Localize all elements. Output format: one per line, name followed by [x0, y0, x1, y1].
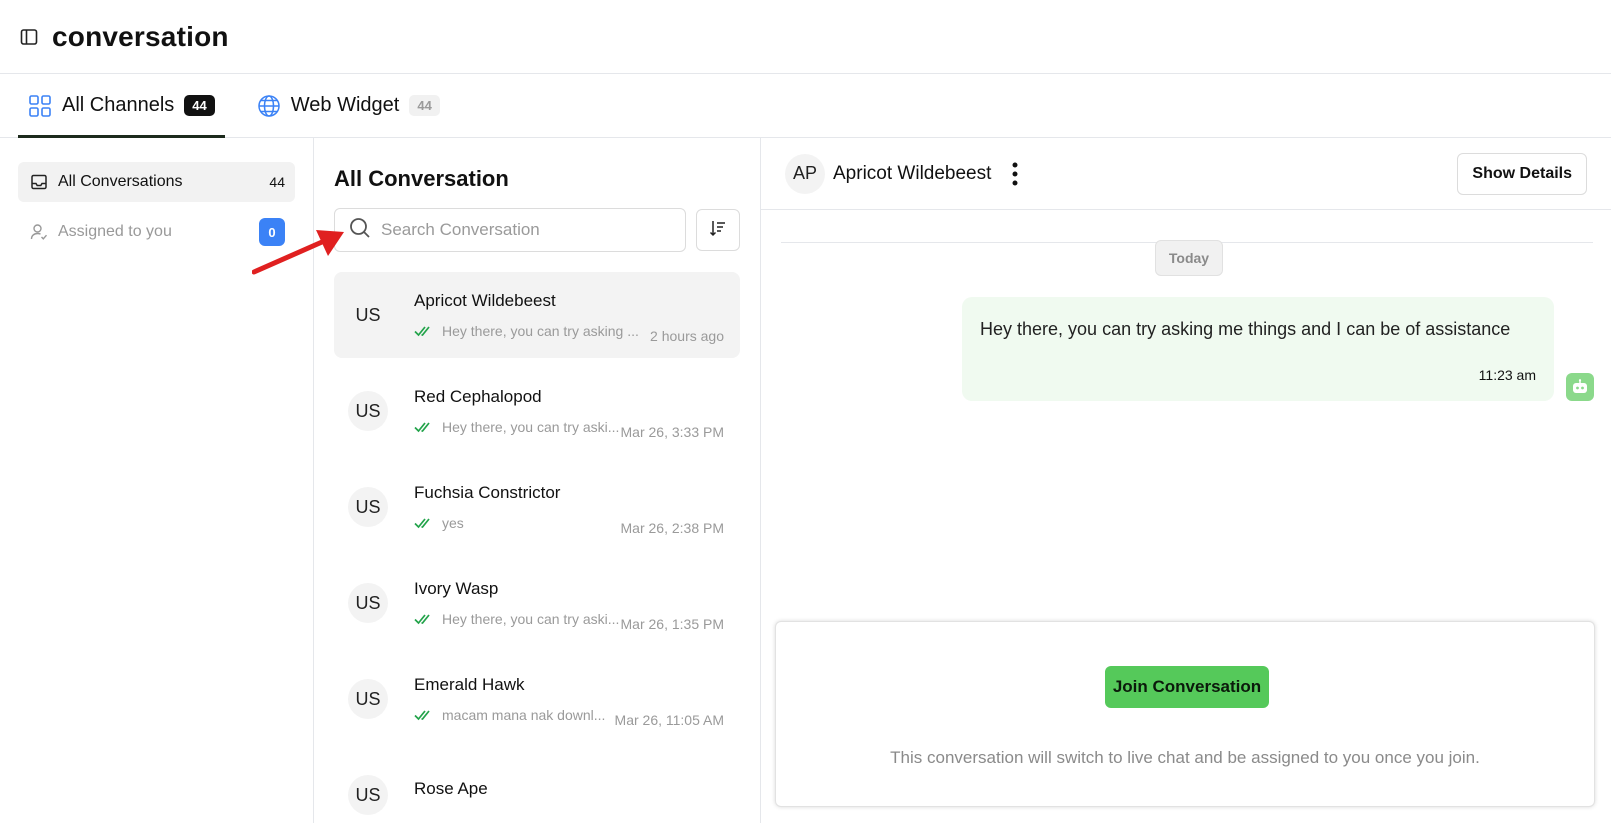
- sidebar-item-badge: 0: [259, 218, 285, 246]
- message-preview: Hey there, you can try aski...: [442, 611, 620, 627]
- sidebar-item-label: All Conversations: [58, 173, 183, 190]
- message-text: Hey there, you can try asking me things …: [980, 319, 1511, 339]
- conversation-filters-sidebar: All Conversations 44 Assigned to you 0: [0, 138, 314, 823]
- conversation-name: Apricot Wildebeest: [414, 291, 556, 310]
- bot-icon: [1566, 373, 1594, 401]
- sidebar-item-label: Assigned to you: [58, 223, 172, 240]
- show-details-button[interactable]: Show Details: [1457, 152, 1587, 195]
- date-label: Today: [1155, 240, 1223, 276]
- sort-button[interactable]: [696, 209, 740, 251]
- list-item[interactable]: US Rose Ape: [334, 752, 740, 823]
- search-input[interactable]: [381, 220, 671, 240]
- tab-count-badge: 44: [409, 95, 440, 116]
- list-item[interactable]: US Fuchsia Constrictor yes Mar 26, 2:38 PM: [334, 464, 740, 550]
- sort-icon: [709, 219, 727, 242]
- list-item[interactable]: US Apricot Wildebeest Hey there, you can t…: [334, 272, 740, 358]
- sidebar-item-assigned-to-you[interactable]: Assigned to you 0: [18, 212, 295, 252]
- message-preview: Hey there, you can try aski...: [442, 419, 620, 435]
- search-icon: [349, 217, 371, 244]
- list-title: All Conversation: [334, 166, 509, 191]
- double-check-icon: [414, 708, 434, 722]
- conversation-time: 2 hours ago: [650, 328, 724, 344]
- page-title: conversation: [52, 20, 229, 52]
- avatar: US: [348, 583, 388, 623]
- inbox-icon: [30, 173, 48, 191]
- avatar: US: [348, 775, 388, 815]
- message-preview: yes: [442, 515, 464, 531]
- avatar: AP: [785, 153, 825, 194]
- sidebar-item-all-conversations[interactable]: All Conversations 44: [18, 162, 295, 202]
- tab-count-badge: 44: [184, 95, 215, 116]
- message-preview: macam mana nak downl...: [442, 707, 606, 723]
- message-time: 11:23 am: [1478, 367, 1536, 383]
- list-item[interactable]: US Ivory Wasp Hey there, you can try aski.…: [334, 560, 740, 646]
- tab-label: Web Widget: [290, 94, 400, 116]
- avatar: US: [348, 679, 388, 719]
- chat-header: AP Apricot Wildebeest Show Details: [761, 138, 1611, 210]
- avatar: US: [348, 391, 388, 431]
- conversation-name: Fuchsia Constrictor: [414, 483, 561, 502]
- contact-name: Apricot Wildebeest: [833, 162, 992, 184]
- double-check-icon: [414, 420, 434, 434]
- join-conversation-panel: Join Conversation This conversation will…: [775, 621, 1595, 807]
- conversation-time: Mar 26, 2:38 PM: [620, 520, 725, 536]
- join-note: This conversation will switch to live ch…: [890, 748, 1480, 767]
- double-check-icon: [414, 612, 434, 626]
- sidebar-toggle-icon[interactable]: [18, 26, 40, 48]
- double-check-icon: [414, 324, 434, 338]
- message-bubble: Hey there, you can try asking me things …: [962, 297, 1554, 401]
- conversation-list-panel: All Conversation US Apricot Wildebeest Hey…: [314, 138, 761, 823]
- join-conversation-button[interactable]: Join Conversation: [1105, 666, 1269, 708]
- avatar: US: [355, 304, 381, 325]
- globe-icon: [257, 94, 281, 118]
- conversation-name: Red Cephalopod: [414, 387, 542, 406]
- conversation-name: Emerald Hawk: [414, 675, 525, 694]
- more-options-icon[interactable]: [1005, 159, 1025, 189]
- conversation-name: Rose Ape: [414, 779, 488, 798]
- conversation-time: Mar 26, 3:33 PM: [620, 424, 725, 440]
- conversation-time: Mar 26, 11:05 AM: [614, 712, 724, 728]
- avatar: US: [348, 487, 388, 527]
- tab-label: All Channels: [62, 94, 175, 116]
- list-item[interactable]: US Red Cephalopod Hey there, you can try a…: [334, 368, 740, 454]
- conversation-name: Ivory Wasp: [414, 579, 499, 598]
- conversation-time: Mar 26, 1:35 PM: [620, 616, 725, 632]
- grid-icon: [28, 94, 52, 118]
- sidebar-item-count: 44: [269, 174, 285, 190]
- user-check-icon: [30, 223, 48, 241]
- channel-tabs: All Channels 44 Web Widget 44: [0, 74, 1611, 138]
- search-box[interactable]: [334, 208, 687, 252]
- chat-panel: AP Apricot Wildebeest Show Details Today…: [761, 138, 1611, 823]
- double-check-icon: [414, 516, 434, 530]
- tab-all-channels[interactable]: All Channels 44: [18, 74, 225, 138]
- list-item[interactable]: US Emerald Hawk macam mana nak downl... Mar…: [334, 656, 740, 742]
- top-bar: conversation: [0, 0, 1611, 74]
- tab-web-widget[interactable]: Web Widget 44: [247, 74, 450, 137]
- message-preview: Hey there, you can try asking ...: [442, 323, 639, 339]
